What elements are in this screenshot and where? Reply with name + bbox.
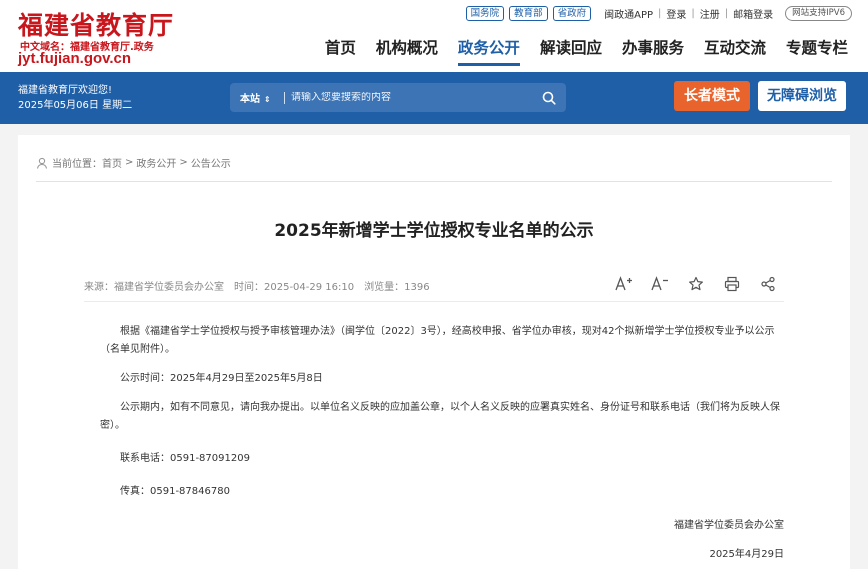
- nav-home[interactable]: 首页: [325, 36, 356, 66]
- gov-link-province[interactable]: 省政府: [552, 6, 592, 21]
- font-decrease-button[interactable]: [642, 273, 678, 295]
- utility-bar: 福建省教育厅欢迎您! 2025年05月06日 星期二 本站 ⇕ 长者模式 无障碍浏…: [0, 72, 868, 124]
- paragraph-feedback: 公示期内，如有不同意见，请向我办提出。以单位名义反映的应加盖公章，以个人名义反映…: [100, 402, 780, 431]
- article-source: 来源：福建省学位委员会办公室: [84, 282, 224, 293]
- login-link[interactable]: 登录: [666, 6, 686, 21]
- current-date: 2025年05月06日 星期二: [18, 100, 133, 111]
- mail-login-link[interactable]: 邮箱登录: [733, 6, 773, 21]
- search-icon: [542, 91, 556, 105]
- nav-gov-affairs[interactable]: 政务公开: [457, 36, 520, 66]
- print-button[interactable]: [714, 273, 750, 295]
- top-links: 国务院 教育部 省政府 闽政通APP | 登录 | 注册 | 邮箱登录 网站支持…: [465, 6, 852, 21]
- site-logo-title[interactable]: 福建省教育厅: [18, 6, 174, 42]
- signature-date: 2025年4月29日: [709, 549, 784, 560]
- article-container: 当前位置： 首页 > 政务公开 > 公告公示 2025年新增学士学位授权专业名单…: [18, 135, 850, 569]
- sort-arrows-icon: ⇕: [264, 95, 271, 104]
- app-link[interactable]: 闽政通APP: [604, 6, 653, 21]
- divider: [36, 181, 832, 182]
- nav-organization[interactable]: 机构概况: [376, 36, 438, 66]
- divider: [84, 301, 784, 302]
- nav-topics[interactable]: 专题专栏: [786, 36, 848, 66]
- star-icon: [689, 276, 703, 291]
- gov-link-ministry[interactable]: 教育部: [509, 6, 548, 21]
- accessible-browsing-button[interactable]: 无障碍浏览: [758, 81, 846, 111]
- print-icon: [724, 276, 740, 292]
- article-tools: [606, 273, 786, 295]
- share-icon: [761, 276, 775, 292]
- search-divider: [284, 91, 285, 104]
- paragraph-fax: 传真：0591-87846780: [120, 486, 230, 497]
- font-increase-icon: [615, 276, 632, 291]
- separator: |: [658, 8, 662, 19]
- article-body: 根据《福建省学士学位授权与授予审核管理办法》（闽学位〔2022〕3号），经高校申…: [100, 323, 790, 512]
- location-icon: [36, 157, 48, 169]
- favorite-button[interactable]: [678, 273, 714, 295]
- elder-mode-button[interactable]: 长者模式: [674, 81, 750, 111]
- welcome-text: 福建省教育厅欢迎您!: [18, 85, 113, 96]
- nav-interaction[interactable]: 互动交流: [704, 36, 766, 66]
- breadcrumb-separator: >: [179, 157, 188, 168]
- site-search: 本站 ⇕: [230, 83, 566, 112]
- register-link[interactable]: 注册: [700, 6, 720, 21]
- search-scope-label: 本站: [240, 94, 260, 105]
- site-header: 福建省教育厅 中文域名：福建省教育厅.政务 jyt.fujian.gov.cn …: [0, 0, 868, 72]
- article-title: 2025年新增学士学位授权专业名单的公示: [274, 221, 594, 241]
- breadcrumb-gov-affairs[interactable]: 政务公开: [136, 155, 176, 170]
- signature-organization: 福建省学位委员会办公室: [674, 520, 784, 531]
- article-time: 时间：2025-04-29 16:10: [234, 282, 355, 293]
- main-nav: 首页 机构概况 政务公开 解读回应 办事服务 互动交流 专题专栏: [305, 36, 848, 66]
- separator: |: [724, 8, 729, 19]
- paragraph-basis: 根据《福建省学士学位授权与授予审核管理办法》（闽学位〔2022〕3号），经高校申…: [100, 326, 775, 355]
- nav-services[interactable]: 办事服务: [622, 36, 684, 66]
- welcome-block: 福建省教育厅欢迎您! 2025年05月06日 星期二: [18, 83, 132, 113]
- article-meta: 来源：福建省学位委员会办公室 时间：2025-04-29 16:10 浏览量：1…: [84, 278, 440, 293]
- breadcrumb-notices[interactable]: 公告公示: [191, 155, 231, 170]
- breadcrumb-label: 当前位置：: [52, 159, 102, 170]
- breadcrumb: 当前位置： 首页 > 政务公开 > 公告公示: [36, 155, 231, 170]
- breadcrumb-separator: >: [125, 157, 134, 168]
- separator: |: [691, 8, 695, 19]
- search-input[interactable]: [291, 92, 532, 103]
- nav-interpretation[interactable]: 解读回应: [540, 36, 602, 66]
- paragraph-period: 公示时间：2025年4月29日至2025年5月8日: [120, 373, 323, 384]
- ipv6-badge: 网站支持IPV6: [785, 6, 852, 21]
- gov-link-state-council[interactable]: 国务院: [465, 6, 505, 21]
- article-views: 浏览量：1396: [364, 282, 430, 293]
- search-scope-select[interactable]: 本站 ⇕: [230, 90, 280, 105]
- font-decrease-icon: [651, 276, 668, 291]
- font-increase-button[interactable]: [606, 273, 642, 295]
- paragraph-phone: 联系电话：0591-87091209: [120, 453, 250, 464]
- site-domain: jyt.fujian.gov.cn: [18, 50, 132, 67]
- breadcrumb-home[interactable]: 首页: [102, 155, 122, 170]
- share-button[interactable]: [750, 273, 786, 295]
- search-button[interactable]: [532, 83, 566, 112]
